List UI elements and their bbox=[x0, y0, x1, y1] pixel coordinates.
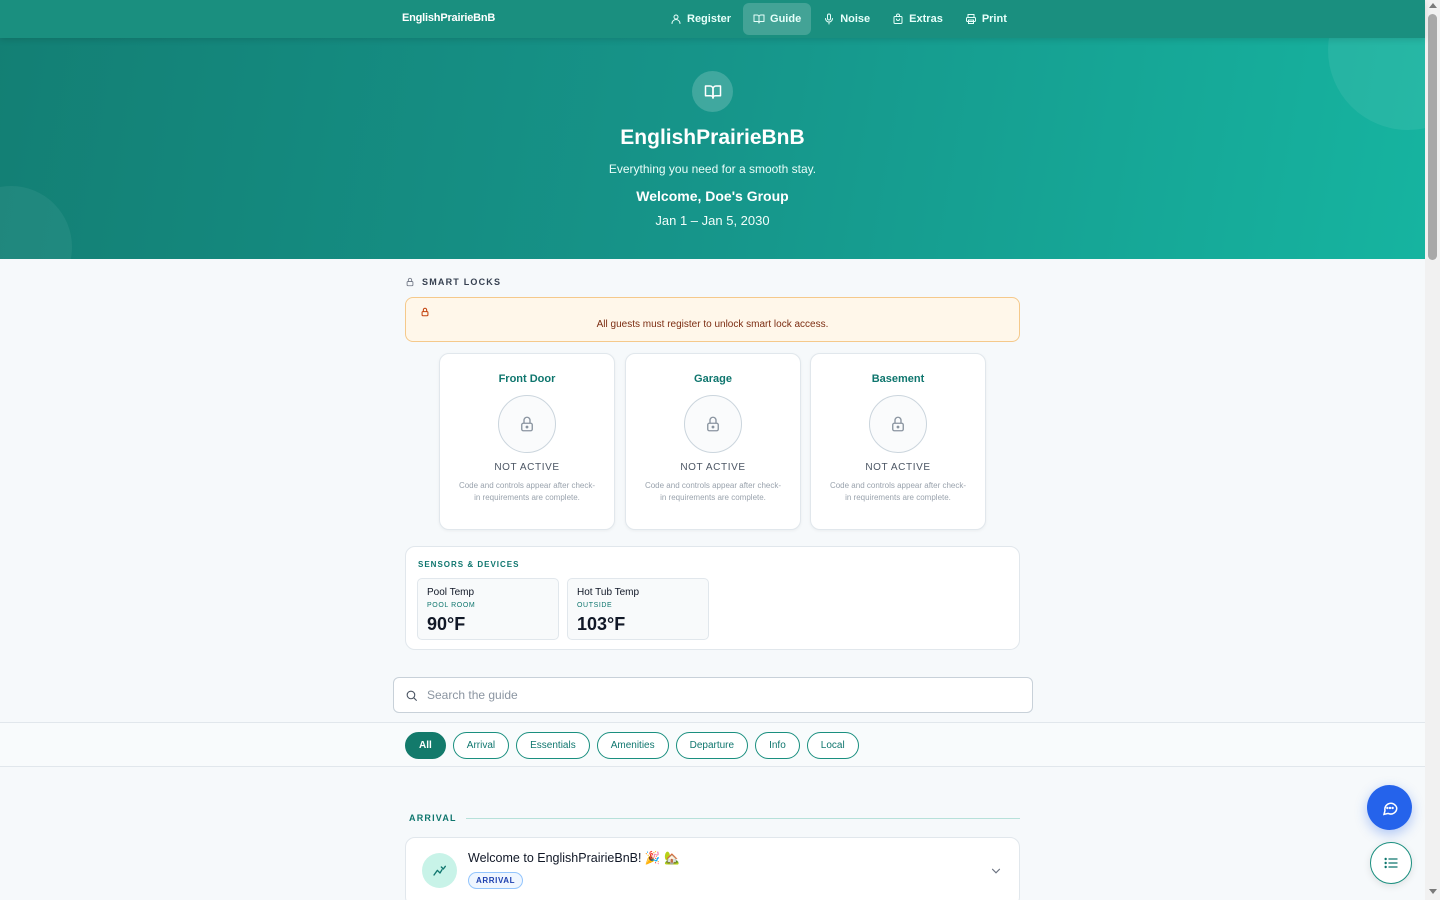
stay-dates: Jan 1 – Jan 5, 2030 bbox=[655, 213, 770, 228]
sensor-name: Pool Temp bbox=[427, 587, 475, 598]
lock-icon bbox=[498, 395, 556, 453]
hero-banner: EnglishPrairieBnB Everything you need fo… bbox=[0, 0, 1425, 259]
scroll-thumb[interactable] bbox=[1428, 14, 1437, 260]
arrival-section-heading: ARRIVAL bbox=[409, 813, 457, 823]
nav-label: Noise bbox=[840, 13, 871, 25]
sensors-panel: SENSORS & DEVICES Pool Temp POOL ROOM 90… bbox=[405, 546, 1020, 650]
guide-card-title: Welcome to EnglishPrairieBnB! 🎉 🏡 bbox=[468, 851, 680, 865]
filter-chip-arrival[interactable]: Arrival bbox=[452, 732, 510, 759]
lock-name: Basement bbox=[871, 373, 925, 385]
nav-label: Guide bbox=[770, 13, 802, 25]
top-nav: EnglishPrairieBnB Register Guide Noise E… bbox=[0, 0, 1425, 38]
filter-chip-info[interactable]: Info bbox=[755, 732, 800, 759]
lock-card-garage[interactable]: Garage NOT ACTIVE Code and controls appe… bbox=[625, 353, 801, 530]
filter-chip-amenities[interactable]: Amenities bbox=[596, 732, 669, 759]
chat-button[interactable] bbox=[1367, 785, 1412, 830]
door-icon bbox=[422, 853, 457, 888]
brand-logo[interactable]: EnglishPrairieBnB bbox=[402, 12, 495, 24]
category-badge: ARRIVAL bbox=[468, 872, 524, 889]
microphone-icon bbox=[825, 13, 834, 25]
hero-subtitle: Everything you need for a smooth stay. bbox=[608, 162, 817, 176]
nav-label: Extras bbox=[909, 13, 943, 25]
bag-icon bbox=[893, 13, 903, 24]
book-icon bbox=[692, 71, 733, 112]
scroll-down-arrow[interactable] bbox=[1429, 889, 1437, 894]
user-icon bbox=[671, 14, 681, 24]
nav-guide[interactable]: Guide bbox=[743, 3, 812, 35]
lock-card-basement[interactable]: Basement NOT ACTIVE Code and controls ap… bbox=[810, 353, 986, 530]
lock-note: Code and controls appear after check-in … bbox=[829, 481, 967, 502]
welcome-message: Welcome, Doe's Group bbox=[636, 188, 789, 204]
nav-menu: Register Guide Noise Extras Print bbox=[660, 3, 1017, 35]
printer-icon bbox=[965, 14, 976, 24]
search-icon bbox=[406, 690, 417, 701]
nav-print[interactable]: Print bbox=[955, 3, 1017, 35]
filter-chips: All Arrival Essentials Amenities Departu… bbox=[405, 732, 859, 759]
lock-card-front-door[interactable]: Front Door NOT ACTIVE Code and controls … bbox=[439, 353, 615, 530]
lock-status: NOT ACTIVE bbox=[865, 462, 931, 473]
filter-chip-essentials[interactable]: Essentials bbox=[516, 732, 590, 759]
scroll-up-arrow[interactable] bbox=[1429, 3, 1437, 8]
filter-chip-local[interactable]: Local bbox=[806, 732, 859, 759]
register-alert: All guests must register to unlock smart… bbox=[405, 297, 1020, 342]
sensor-location: POOL ROOM bbox=[427, 602, 476, 609]
chat-icon bbox=[1382, 802, 1398, 815]
nav-label: Print bbox=[981, 13, 1007, 25]
sensor-location: OUTSIDE bbox=[577, 602, 613, 609]
lock-status: NOT ACTIVE bbox=[680, 462, 746, 473]
lock-icon bbox=[406, 277, 414, 287]
nav-register[interactable]: Register bbox=[660, 3, 741, 35]
search-box bbox=[393, 677, 1033, 713]
lock-status: NOT ACTIVE bbox=[494, 462, 560, 473]
page-title: EnglishPrairieBnB bbox=[620, 126, 805, 149]
divider bbox=[466, 818, 1020, 819]
lock-note: Code and controls appear after check-in … bbox=[644, 481, 782, 502]
nav-noise[interactable]: Noise bbox=[813, 3, 880, 35]
alert-message: All guests must register to unlock smart… bbox=[596, 319, 829, 330]
filter-chip-all[interactable]: All bbox=[405, 732, 446, 759]
lock-icon bbox=[869, 395, 927, 453]
lock-icon bbox=[421, 307, 429, 317]
sensors-heading: SENSORS & DEVICES bbox=[418, 560, 520, 569]
sensor-name: Hot Tub Temp bbox=[577, 587, 640, 598]
list-icon bbox=[1384, 857, 1398, 869]
table-of-contents-button[interactable] bbox=[1370, 842, 1412, 884]
search-input[interactable] bbox=[427, 679, 1017, 711]
sensor-value: 90°F bbox=[427, 614, 466, 634]
book-icon bbox=[753, 14, 765, 24]
lock-icon bbox=[684, 395, 742, 453]
scrollbar[interactable] bbox=[1425, 0, 1440, 900]
sensor-card-pool-temp: Pool Temp POOL ROOM 90°F bbox=[417, 578, 559, 640]
sensor-value: 103°F bbox=[577, 614, 626, 634]
nav-label: Register bbox=[687, 13, 732, 25]
lock-note: Code and controls appear after check-in … bbox=[458, 481, 596, 502]
nav-extras[interactable]: Extras bbox=[882, 3, 953, 35]
chevron-down-icon[interactable] bbox=[989, 864, 1003, 878]
smart-locks-heading: SMART LOCKS bbox=[405, 277, 501, 287]
lock-name: Front Door bbox=[498, 373, 556, 385]
lock-name: Garage bbox=[694, 373, 732, 385]
guide-card-welcome[interactable]: Welcome to EnglishPrairieBnB! 🎉 🏡 ARRIVA… bbox=[405, 837, 1020, 900]
filter-bar: All Arrival Essentials Amenities Departu… bbox=[0, 722, 1425, 767]
filter-chip-departure[interactable]: Departure bbox=[675, 732, 749, 759]
sensor-card-hot-tub-temp: Hot Tub Temp OUTSIDE 103°F bbox=[567, 578, 709, 640]
